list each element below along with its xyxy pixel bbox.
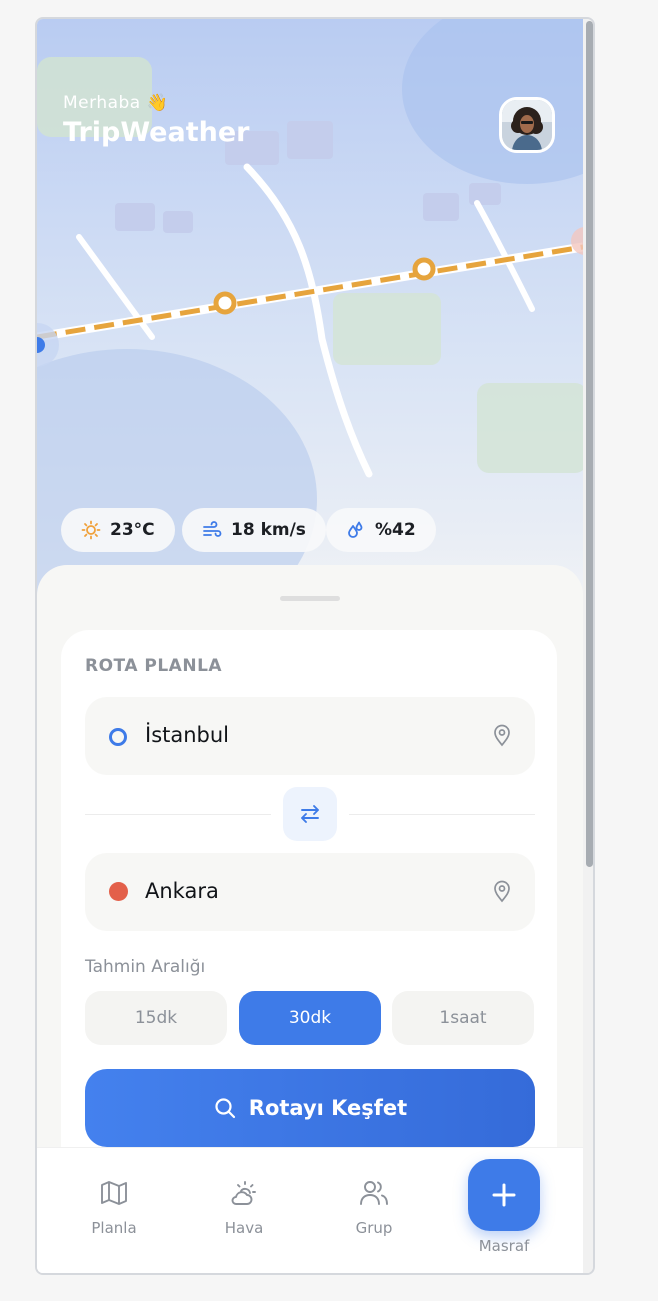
app-title: TripWeather bbox=[63, 117, 250, 148]
temperature-value: 23°C bbox=[110, 520, 155, 540]
temperature-chip: 23°C bbox=[61, 508, 175, 552]
explore-route-button[interactable]: Rotayı Keşfet bbox=[85, 1069, 535, 1147]
swap-arrows-icon bbox=[301, 805, 319, 823]
humidity-value: %42 bbox=[375, 520, 416, 540]
nav-label-hava: Hava bbox=[224, 1219, 264, 1237]
explore-route-label: Rotayı Keşfet bbox=[248, 1096, 408, 1120]
droplets-icon bbox=[348, 521, 363, 538]
nav-label-grup: Grup bbox=[355, 1219, 393, 1237]
greeting-text: Merhaba 👋 bbox=[63, 93, 169, 113]
cloud-sun-icon bbox=[231, 1181, 256, 1205]
divider-left bbox=[85, 814, 271, 815]
profile-photo bbox=[502, 100, 552, 150]
interval-option-15dk[interactable]: 15dk bbox=[85, 991, 227, 1045]
interval-option-30dk[interactable]: 30dk bbox=[239, 991, 381, 1045]
add-expense-button[interactable] bbox=[468, 1159, 540, 1231]
avatar[interactable] bbox=[499, 97, 555, 153]
plus-icon bbox=[492, 1183, 516, 1207]
app-screen: Merhaba 👋 TripWeather 23°C 18 km/s %42 R… bbox=[35, 17, 595, 1275]
interval-label: Tahmin Aralığı bbox=[85, 957, 206, 977]
map-pin-icon[interactable] bbox=[491, 879, 513, 903]
destination-field[interactable]: Ankara bbox=[85, 853, 535, 931]
interval-option-1saat[interactable]: 1saat bbox=[392, 991, 534, 1045]
nav-item-hava[interactable]: Hava bbox=[189, 1177, 299, 1237]
scrollbar-thumb[interactable] bbox=[586, 21, 593, 867]
humidity-chip: %42 bbox=[326, 508, 436, 552]
map-icon bbox=[101, 1181, 127, 1205]
wind-value: 18 km/s bbox=[231, 520, 306, 540]
sun-icon bbox=[81, 520, 101, 540]
nav-label-planla: Planla bbox=[91, 1219, 137, 1237]
swap-route-button[interactable] bbox=[283, 787, 337, 841]
origin-value: İstanbul bbox=[145, 723, 230, 747]
nav-label-masraf: Masraf bbox=[478, 1237, 530, 1255]
sheet-drag-handle[interactable] bbox=[280, 596, 340, 601]
origin-dot bbox=[109, 728, 127, 746]
users-icon bbox=[360, 1181, 388, 1205]
divider-right bbox=[349, 814, 535, 815]
destination-dot bbox=[109, 882, 128, 901]
nav-item-grup[interactable]: Grup bbox=[319, 1177, 429, 1237]
destination-value: Ankara bbox=[145, 879, 219, 903]
search-icon bbox=[215, 1098, 235, 1119]
origin-field[interactable]: İstanbul bbox=[85, 697, 535, 775]
wind-icon bbox=[203, 521, 222, 537]
map-pin-icon[interactable] bbox=[491, 723, 513, 747]
wind-chip: 18 km/s bbox=[182, 508, 326, 552]
nav-item-planla[interactable]: Planla bbox=[59, 1177, 169, 1237]
route-planner-title: ROTA PLANLA bbox=[85, 656, 223, 676]
